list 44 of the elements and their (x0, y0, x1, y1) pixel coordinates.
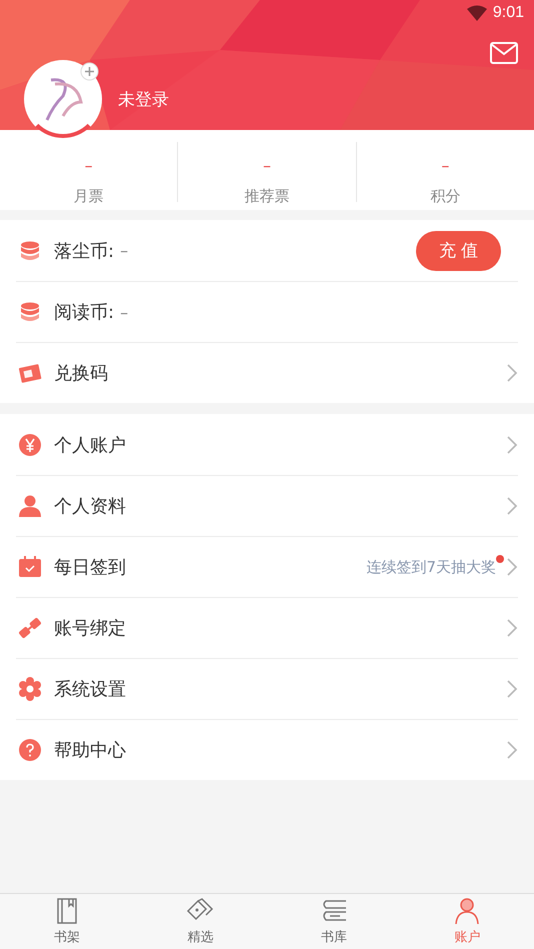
tab[interactable]: 精选 (134, 894, 267, 949)
menu-label: 每日签到 (54, 556, 126, 579)
tab[interactable]: 书架 (0, 894, 134, 949)
status-time: 9:01 (492, 4, 524, 22)
menu-row[interactable]: 每日签到 连续签到7天抽大奖 (16, 536, 518, 597)
login-status[interactable]: 未登录 (118, 88, 169, 111)
menu-label: 兑换码 (54, 362, 108, 385)
menu-row[interactable]: 个人账户 (16, 414, 518, 475)
stat-value: – (441, 156, 450, 175)
wifi-icon (466, 5, 487, 21)
yen-icon (18, 432, 42, 456)
balance-value: – (120, 302, 128, 322)
promo-hint: 连续签到7天抽大奖 (366, 558, 498, 576)
menu-row[interactable]: 阅读币: – (16, 281, 518, 342)
menu-row[interactable]: 帮助中心 (16, 719, 518, 780)
person-icon (453, 897, 482, 925)
stat-value: – (262, 156, 271, 175)
stat-value: – (84, 156, 93, 175)
gear-icon (18, 677, 42, 701)
menu-row[interactable]: 兑换码 (16, 342, 518, 403)
menu-label: 帮助中心 (54, 739, 126, 762)
menu-label: 阅读币: (54, 301, 114, 324)
stat-label: 推荐票 (244, 187, 290, 206)
menu-row[interactable]: 系统设置 (16, 658, 518, 719)
menu-label: 落尘币: (54, 240, 114, 262)
link-icon (18, 616, 42, 640)
person-icon (18, 494, 42, 518)
plus-icon[interactable] (80, 62, 99, 81)
menu-row[interactable]: 账号绑定 (16, 597, 518, 658)
calendar-icon (18, 555, 42, 579)
menu-label: 个人资料 (54, 495, 126, 518)
stat-label: 月票 (74, 187, 104, 206)
help-icon (18, 738, 42, 762)
coins-icon (18, 300, 42, 324)
tab[interactable]: 书库 (267, 894, 400, 949)
menu-label: 系统设置 (54, 678, 126, 701)
mail-icon[interactable] (490, 42, 518, 64)
balance-value: – (120, 241, 128, 260)
menu-row[interactable]: 个人资料 (16, 475, 518, 536)
coins-icon (18, 238, 42, 262)
menu-row[interactable]: 落尘币: – 充 值 (16, 220, 518, 281)
menu-label: 个人账户 (54, 434, 126, 456)
stat-label: 积分 (430, 187, 460, 206)
menu-label: 账号绑定 (54, 617, 126, 640)
